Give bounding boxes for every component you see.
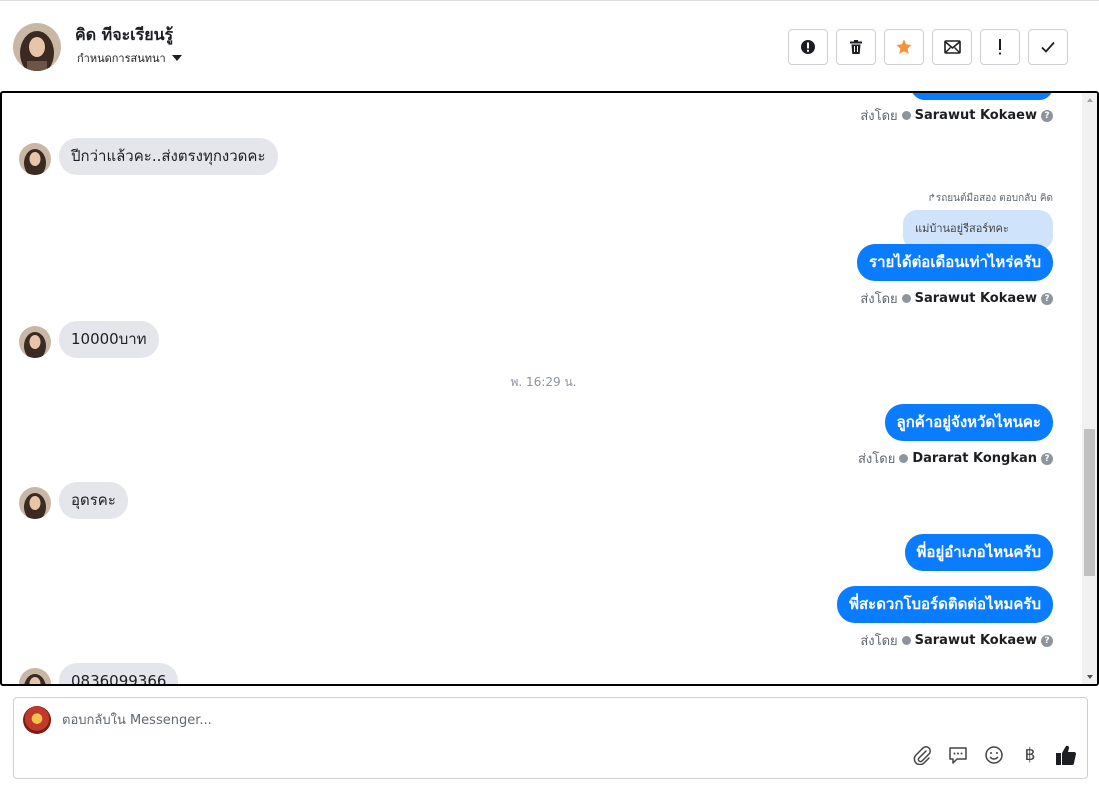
contact-avatar-small: [19, 487, 51, 519]
reply-context-label: ↱รถยนต์มือสอง ตอบกลับ คิด: [927, 193, 1053, 204]
scroll-down-arrow-icon[interactable]: [1087, 675, 1093, 679]
scroll-up-arrow-icon[interactable]: [1087, 98, 1093, 102]
agent-name: Dararat Kongkan: [912, 451, 1037, 466]
baht-icon: ฿: [1024, 745, 1036, 765]
attach-button[interactable]: [911, 744, 933, 766]
scrollbar[interactable]: [1082, 93, 1097, 684]
agent-name: Sarawut Kokaew: [914, 108, 1037, 123]
message-bubble-outgoing[interactable]: รายได้ต่อเดือนเท่าไหร่ครับ: [857, 244, 1053, 281]
smile-icon: [985, 746, 1003, 764]
saved-replies-button[interactable]: [947, 744, 969, 766]
mark-spam-button[interactable]: [788, 29, 828, 65]
contact-avatar-small: [19, 143, 51, 175]
sent-by-line: ส่งโดย Sarawut Kokaew ?: [860, 630, 1053, 651]
assign-label: กำหนดการสนทนา: [77, 52, 166, 65]
caret-down-icon: [171, 55, 182, 61]
help-icon[interactable]: ?: [1041, 292, 1053, 305]
message-bubble-incoming[interactable]: อุดรคะ: [59, 482, 128, 519]
sent-by-line: ส่งโดย Sarawut Kokaew ?: [860, 288, 1053, 309]
conversation-header: คิด ทีจะเรียนรู้ กำหนดการสนทนา: [0, 3, 1099, 91]
assign-conversation-dropdown[interactable]: กำหนดการสนทนา: [77, 49, 182, 67]
message-bubble-outgoing[interactable]: พี่สะดวกโบอร์ดติดต่อไหมครับ: [837, 586, 1053, 623]
emoji-button[interactable]: [983, 744, 1005, 766]
mark-unread-button[interactable]: [932, 29, 972, 65]
chat-bubble-icon: [949, 747, 967, 764]
reply-composer: ฿: [13, 697, 1088, 779]
help-icon[interactable]: ?: [1041, 634, 1053, 647]
message-bubble-incoming[interactable]: 10000บาท: [59, 321, 159, 358]
contact-avatar[interactable]: [13, 23, 61, 71]
message-bubble-outgoing[interactable]: พี่อยู่อำเภอไหนครับ: [904, 534, 1053, 571]
delete-button[interactable]: [836, 29, 876, 65]
check-icon: [1041, 41, 1055, 53]
check-circle-icon: [901, 111, 911, 120]
like-button[interactable]: [1055, 744, 1077, 766]
envelope-icon: [943, 40, 961, 54]
star-icon: [896, 39, 912, 54]
help-icon[interactable]: ?: [1041, 452, 1053, 465]
check-circle-icon: [899, 454, 909, 463]
check-circle-icon: [901, 294, 911, 303]
message-bubble-incoming[interactable]: 0836099366: [59, 663, 179, 684]
contact-name: คิด ทีจะเรียนรู้: [75, 25, 174, 44]
message-bubble-incoming[interactable]: ปีกว่าแล้วคะ..ส่งตรงทุกงวดคะ: [59, 138, 278, 175]
reply-input[interactable]: [62, 710, 912, 730]
composer-tools: ฿: [911, 744, 1077, 766]
action-toolbar: [788, 29, 1068, 65]
star-button[interactable]: [884, 29, 924, 65]
alert-circle-icon: [801, 40, 815, 54]
payment-button[interactable]: ฿: [1019, 744, 1041, 766]
follow-up-button[interactable]: [980, 29, 1020, 65]
trash-icon: [850, 40, 862, 54]
contact-avatar-small: [19, 326, 51, 358]
message-bubble-outgoing-cut: [911, 93, 1053, 100]
sent-by-line: ส่งโดย Sarawut Kokaew ?: [860, 105, 1053, 126]
contact-avatar-small: [19, 668, 51, 684]
exclamation-icon: [999, 39, 1001, 55]
sent-by-line: ส่งโดย Dararat Kongkan ?: [858, 448, 1053, 469]
paperclip-icon: [913, 746, 931, 765]
thumbs-up-icon: [1056, 745, 1076, 765]
check-circle-icon: [901, 636, 911, 645]
agent-name: Sarawut Kokaew: [914, 633, 1037, 648]
page-avatar: [23, 706, 51, 734]
conversation-panel[interactable]: ส่งโดย Sarawut Kokaew ? ปีกว่าแล้วคะ..ส่…: [0, 91, 1099, 686]
mark-done-button[interactable]: [1028, 29, 1068, 65]
agent-name: Sarawut Kokaew: [914, 291, 1037, 306]
message-bubble-outgoing[interactable]: ลูกค้าอยู่จังหวัดไหนคะ: [884, 404, 1053, 441]
message-timestamp: พ. 16:29 น.: [510, 375, 577, 389]
scrollbar-thumb[interactable]: [1084, 429, 1095, 576]
help-icon[interactable]: ?: [1041, 109, 1053, 122]
